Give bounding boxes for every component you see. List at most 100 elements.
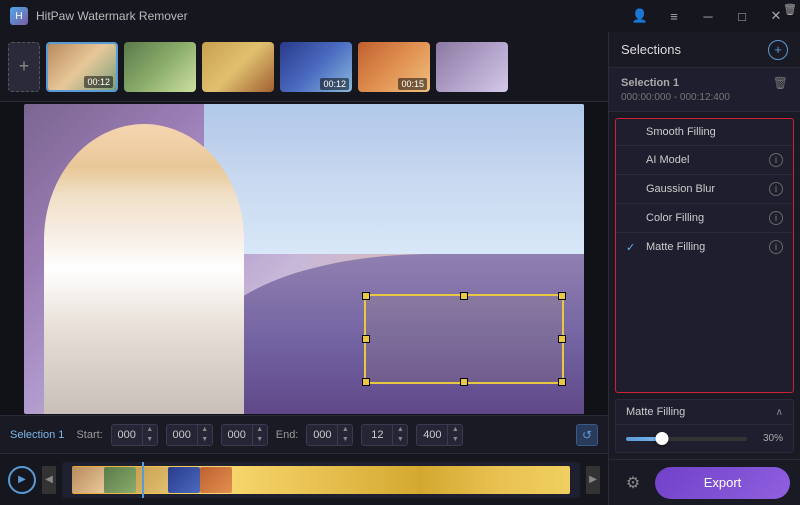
timeline-track[interactable] bbox=[62, 462, 580, 498]
slider-value: 30% bbox=[755, 433, 783, 444]
option-matte-filling[interactable]: ✓ Matte Filling i bbox=[616, 233, 793, 261]
app-title: HitPaw Watermark Remover bbox=[36, 9, 188, 23]
add-media-button[interactable]: + bbox=[8, 42, 40, 92]
selection-item: Selection 1 🗑 000:00:000 - 000:12:400 bbox=[609, 68, 800, 112]
start-field-1[interactable] bbox=[112, 425, 142, 445]
panel-title: Selections bbox=[621, 42, 681, 57]
end-spin-up-3[interactable]: ▲ bbox=[448, 425, 462, 435]
main-layout: + 00:12 00:12 00:15 🗑 bbox=[0, 32, 800, 505]
end-field-3[interactable] bbox=[417, 425, 447, 445]
option-color-filling[interactable]: Color Filling i bbox=[616, 204, 793, 233]
thumbnail-1[interactable]: 00:12 bbox=[46, 42, 118, 92]
option-info-matte[interactable]: i bbox=[769, 240, 783, 254]
end-spin-down-1[interactable]: ▼ bbox=[338, 435, 352, 445]
title-bar: H HitPaw Watermark Remover 👤 ≡ ─ □ ✕ bbox=[0, 0, 800, 32]
end-input-3[interactable]: ▲ ▼ bbox=[416, 424, 463, 446]
slider-track[interactable] bbox=[626, 437, 747, 441]
minimize-button[interactable]: ─ bbox=[694, 6, 722, 26]
matte-header[interactable]: Matte Filling ∧ bbox=[616, 400, 793, 425]
settings-button[interactable]: ⚙ bbox=[619, 469, 647, 497]
menu-button[interactable]: ≡ bbox=[660, 6, 688, 26]
thumbnail-5[interactable]: 00:15 bbox=[358, 42, 430, 92]
matte-section-label: Matte Filling bbox=[626, 406, 685, 418]
option-info-ai[interactable]: i bbox=[769, 153, 783, 167]
start-field-2[interactable] bbox=[167, 425, 197, 445]
start-spin-up-3[interactable]: ▲ bbox=[253, 425, 267, 435]
timeline: ▶ ◀ ▶ bbox=[0, 453, 608, 505]
end-field-1[interactable] bbox=[307, 425, 337, 445]
option-gaussion-blur[interactable]: Gaussion Blur i bbox=[616, 175, 793, 204]
handle-bottom-left[interactable] bbox=[362, 378, 370, 386]
end-spin-up-1[interactable]: ▲ bbox=[338, 425, 352, 435]
end-spinner-2: ▲ ▼ bbox=[392, 425, 407, 445]
end-field-2[interactable] bbox=[362, 425, 392, 445]
thumbnail-4[interactable]: 00:12 bbox=[280, 42, 352, 92]
matte-section: Matte Filling ∧ 30% bbox=[615, 399, 794, 453]
option-ai-model[interactable]: AI Model i bbox=[616, 146, 793, 175]
start-spin-down-2[interactable]: ▼ bbox=[198, 435, 212, 445]
option-info-gaussion[interactable]: i bbox=[769, 182, 783, 196]
selection-item-header: Selection 1 🗑 bbox=[621, 76, 788, 90]
option-check-matte: ✓ bbox=[626, 241, 640, 254]
account-button[interactable]: 👤 bbox=[626, 6, 654, 26]
maximize-button[interactable]: □ bbox=[728, 6, 756, 26]
start-input-1[interactable]: ▲ ▼ bbox=[111, 424, 158, 446]
end-spinner-3: ▲ ▼ bbox=[447, 425, 462, 445]
video-frame bbox=[24, 104, 584, 414]
handle-top-left[interactable] bbox=[362, 292, 370, 300]
add-selection-button[interactable]: + bbox=[768, 40, 788, 60]
start-spinner-2: ▲ ▼ bbox=[197, 425, 212, 445]
option-smooth-filling[interactable]: Smooth Filling bbox=[616, 119, 793, 146]
start-input-3[interactable]: ▲ ▼ bbox=[221, 424, 268, 446]
end-spin-down-3[interactable]: ▼ bbox=[448, 435, 462, 445]
tl-thumb-3 bbox=[136, 467, 168, 493]
handle-bottom-right[interactable] bbox=[558, 378, 566, 386]
start-spinner-3: ▲ ▼ bbox=[252, 425, 267, 445]
start-spin-up-1[interactable]: ▲ bbox=[143, 425, 157, 435]
right-panel: Selections + Selection 1 🗑 000:00:000 - … bbox=[608, 32, 800, 505]
option-info-color[interactable]: i bbox=[769, 211, 783, 225]
options-panel: Smooth Filling AI Model i Gaussion Blur … bbox=[615, 118, 794, 393]
handle-left-mid[interactable] bbox=[362, 335, 370, 343]
start-spin-down-3[interactable]: ▼ bbox=[253, 435, 267, 445]
thumbnail-3[interactable] bbox=[202, 42, 274, 92]
play-button[interactable]: ▶ bbox=[8, 466, 36, 494]
delete-selection-button[interactable]: 🗑 bbox=[773, 76, 788, 90]
start-input-2[interactable]: ▲ ▼ bbox=[166, 424, 213, 446]
panel-header: Selections + bbox=[609, 32, 800, 68]
export-button[interactable]: Export bbox=[655, 467, 790, 499]
handle-bottom-mid[interactable] bbox=[460, 378, 468, 386]
thumb-time-1: 00:12 bbox=[84, 76, 113, 88]
end-input-2[interactable]: ▲ ▼ bbox=[361, 424, 408, 446]
matte-collapse-icon: ∧ bbox=[776, 407, 783, 418]
selection-rectangle[interactable] bbox=[364, 294, 564, 384]
slider-thumb[interactable] bbox=[656, 432, 669, 445]
tl-thumb-4 bbox=[168, 467, 200, 493]
thumbnail-6[interactable] bbox=[436, 42, 508, 92]
tl-thumb-5 bbox=[200, 467, 232, 493]
option-label-gaussion: Gaussion Blur bbox=[646, 183, 763, 195]
controls-bar: Selection 1 Start: ▲ ▼ ▲ ▼ ▲ bbox=[0, 415, 608, 453]
selection-item-time: 000:00:000 - 000:12:400 bbox=[621, 92, 788, 103]
tl-thumb-2 bbox=[104, 467, 136, 493]
woman-figure bbox=[44, 124, 244, 414]
end-spin-up-2[interactable]: ▲ bbox=[393, 425, 407, 435]
option-label-smooth: Smooth Filling bbox=[646, 126, 783, 138]
app-icon: H bbox=[10, 7, 28, 25]
thumbnail-2[interactable] bbox=[124, 42, 196, 92]
start-field-3[interactable] bbox=[222, 425, 252, 445]
handle-top-right[interactable] bbox=[558, 292, 566, 300]
start-label: Start: bbox=[76, 429, 102, 441]
end-input-1[interactable]: ▲ ▼ bbox=[306, 424, 353, 446]
handle-right-mid[interactable] bbox=[558, 335, 566, 343]
start-spin-up-2[interactable]: ▲ bbox=[198, 425, 212, 435]
timeline-arrow-left[interactable]: ◀ bbox=[42, 466, 56, 494]
handle-top-mid[interactable] bbox=[460, 292, 468, 300]
end-spinner-1: ▲ ▼ bbox=[337, 425, 352, 445]
start-spinner-1: ▲ ▼ bbox=[142, 425, 157, 445]
reset-button[interactable]: ↺ bbox=[576, 424, 598, 446]
timeline-bar bbox=[72, 466, 570, 494]
end-spin-down-2[interactable]: ▼ bbox=[393, 435, 407, 445]
start-spin-down-1[interactable]: ▼ bbox=[143, 435, 157, 445]
timeline-arrow-right[interactable]: ▶ bbox=[586, 466, 600, 494]
